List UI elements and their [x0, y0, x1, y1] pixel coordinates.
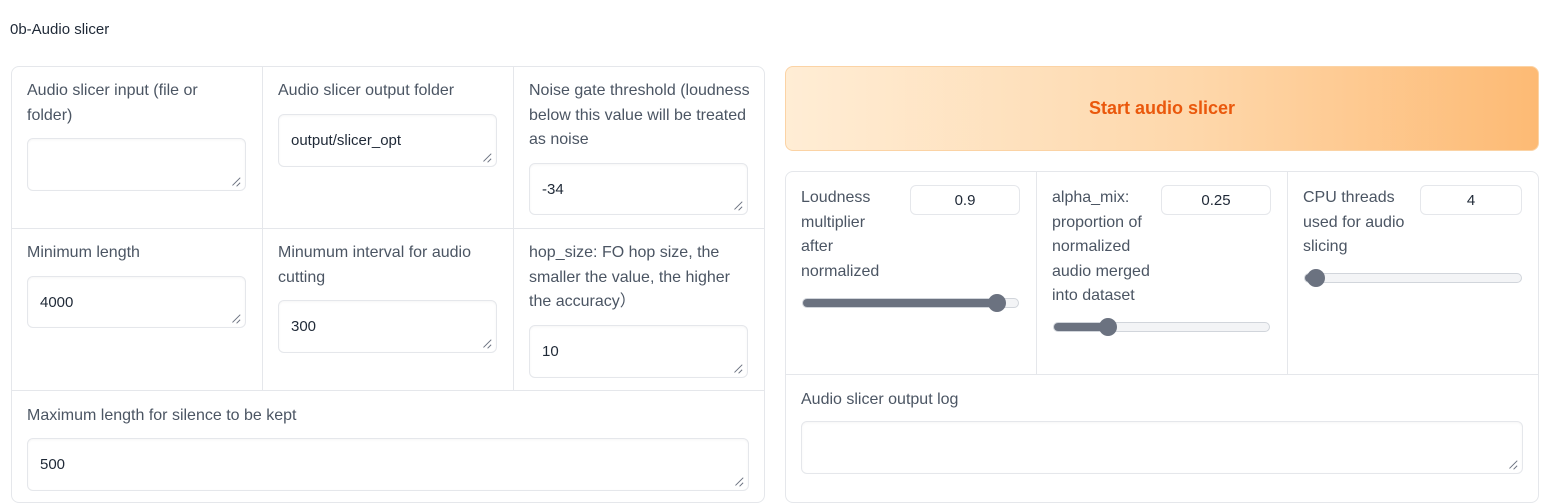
resize-handle-icon[interactable] — [734, 364, 743, 373]
slicer-params-panel: Loudness multiplier after normalized 0.9… — [785, 171, 1539, 503]
resize-handle-icon[interactable] — [232, 314, 241, 323]
output-log-label: Audio slicer output log — [801, 391, 959, 408]
output-folder-field[interactable]: output/slicer_opt — [278, 114, 497, 167]
hop-size-value: 10 — [542, 343, 559, 360]
max-silence-field[interactable]: 500 — [27, 438, 749, 491]
loudness-number-input[interactable]: 0.9 — [910, 185, 1020, 215]
min-interval-value: 300 — [291, 318, 317, 335]
output-folder-label: Audio slicer output folder — [278, 82, 455, 99]
max-silence-label: Maximum length for silence to be kept — [27, 407, 297, 424]
divider — [786, 374, 1538, 375]
alpha-mix-slider[interactable] — [1053, 318, 1270, 336]
slicer-input-label: Audio slicer input (file or folder) — [27, 82, 198, 124]
max-silence-value: 500 — [40, 456, 66, 473]
cpu-threads-slider-thumb[interactable] — [1306, 269, 1325, 287]
resize-handle-icon[interactable] — [734, 201, 743, 210]
min-interval-label: Minumum interval for audio cutting — [278, 244, 471, 286]
alpha-mix-label: alpha_mix: proportion of normalized audi… — [1052, 189, 1150, 304]
divider — [1036, 172, 1037, 374]
resize-handle-icon[interactable] — [483, 153, 492, 162]
cpu-threads-slider[interactable] — [1304, 269, 1522, 287]
slicer-settings-panel: Audio slicer input (file or folder) Audi… — [11, 66, 765, 503]
start-audio-slicer-button[interactable]: Start audio slicer — [785, 66, 1539, 151]
section-title: 0b-Audio slicer — [10, 21, 110, 38]
min-length-label: Minimum length — [27, 244, 140, 261]
noise-gate-field[interactable]: -34 — [529, 163, 748, 215]
resize-handle-icon[interactable] — [483, 339, 492, 348]
hop-size-field[interactable]: 10 — [529, 325, 748, 378]
hop-size-label: hop_size: FO hop size, the smaller the v… — [529, 244, 730, 310]
loudness-slider[interactable] — [802, 294, 1019, 312]
min-length-value: 4000 — [40, 293, 74, 311]
output-folder-value: output/slicer_opt — [291, 132, 402, 149]
divider — [1287, 172, 1288, 374]
cpu-threads-number-input[interactable]: 4 — [1420, 185, 1522, 215]
noise-gate-value: -34 — [542, 180, 564, 198]
slicer-input-field[interactable] — [27, 138, 246, 191]
loudness-slider-thumb[interactable] — [987, 294, 1006, 312]
loudness-slider-fill — [803, 299, 997, 307]
output-log-field[interactable] — [801, 421, 1523, 474]
divider — [12, 390, 764, 391]
resize-handle-icon[interactable] — [232, 177, 241, 186]
noise-gate-label: Noise gate threshold (loudness below thi… — [529, 82, 750, 148]
alpha-mix-slider-thumb[interactable] — [1098, 318, 1117, 336]
cpu-threads-label: CPU threads used for audio slicing — [1303, 189, 1405, 255]
min-interval-field[interactable]: 300 — [278, 300, 497, 353]
resize-handle-icon[interactable] — [735, 477, 744, 486]
divider — [12, 228, 764, 229]
alpha-mix-number-input[interactable]: 0.25 — [1161, 185, 1271, 215]
min-length-field[interactable]: 4000 — [27, 276, 246, 328]
loudness-label: Loudness multiplier after normalized — [801, 189, 880, 280]
resize-handle-icon[interactable] — [1509, 460, 1518, 469]
